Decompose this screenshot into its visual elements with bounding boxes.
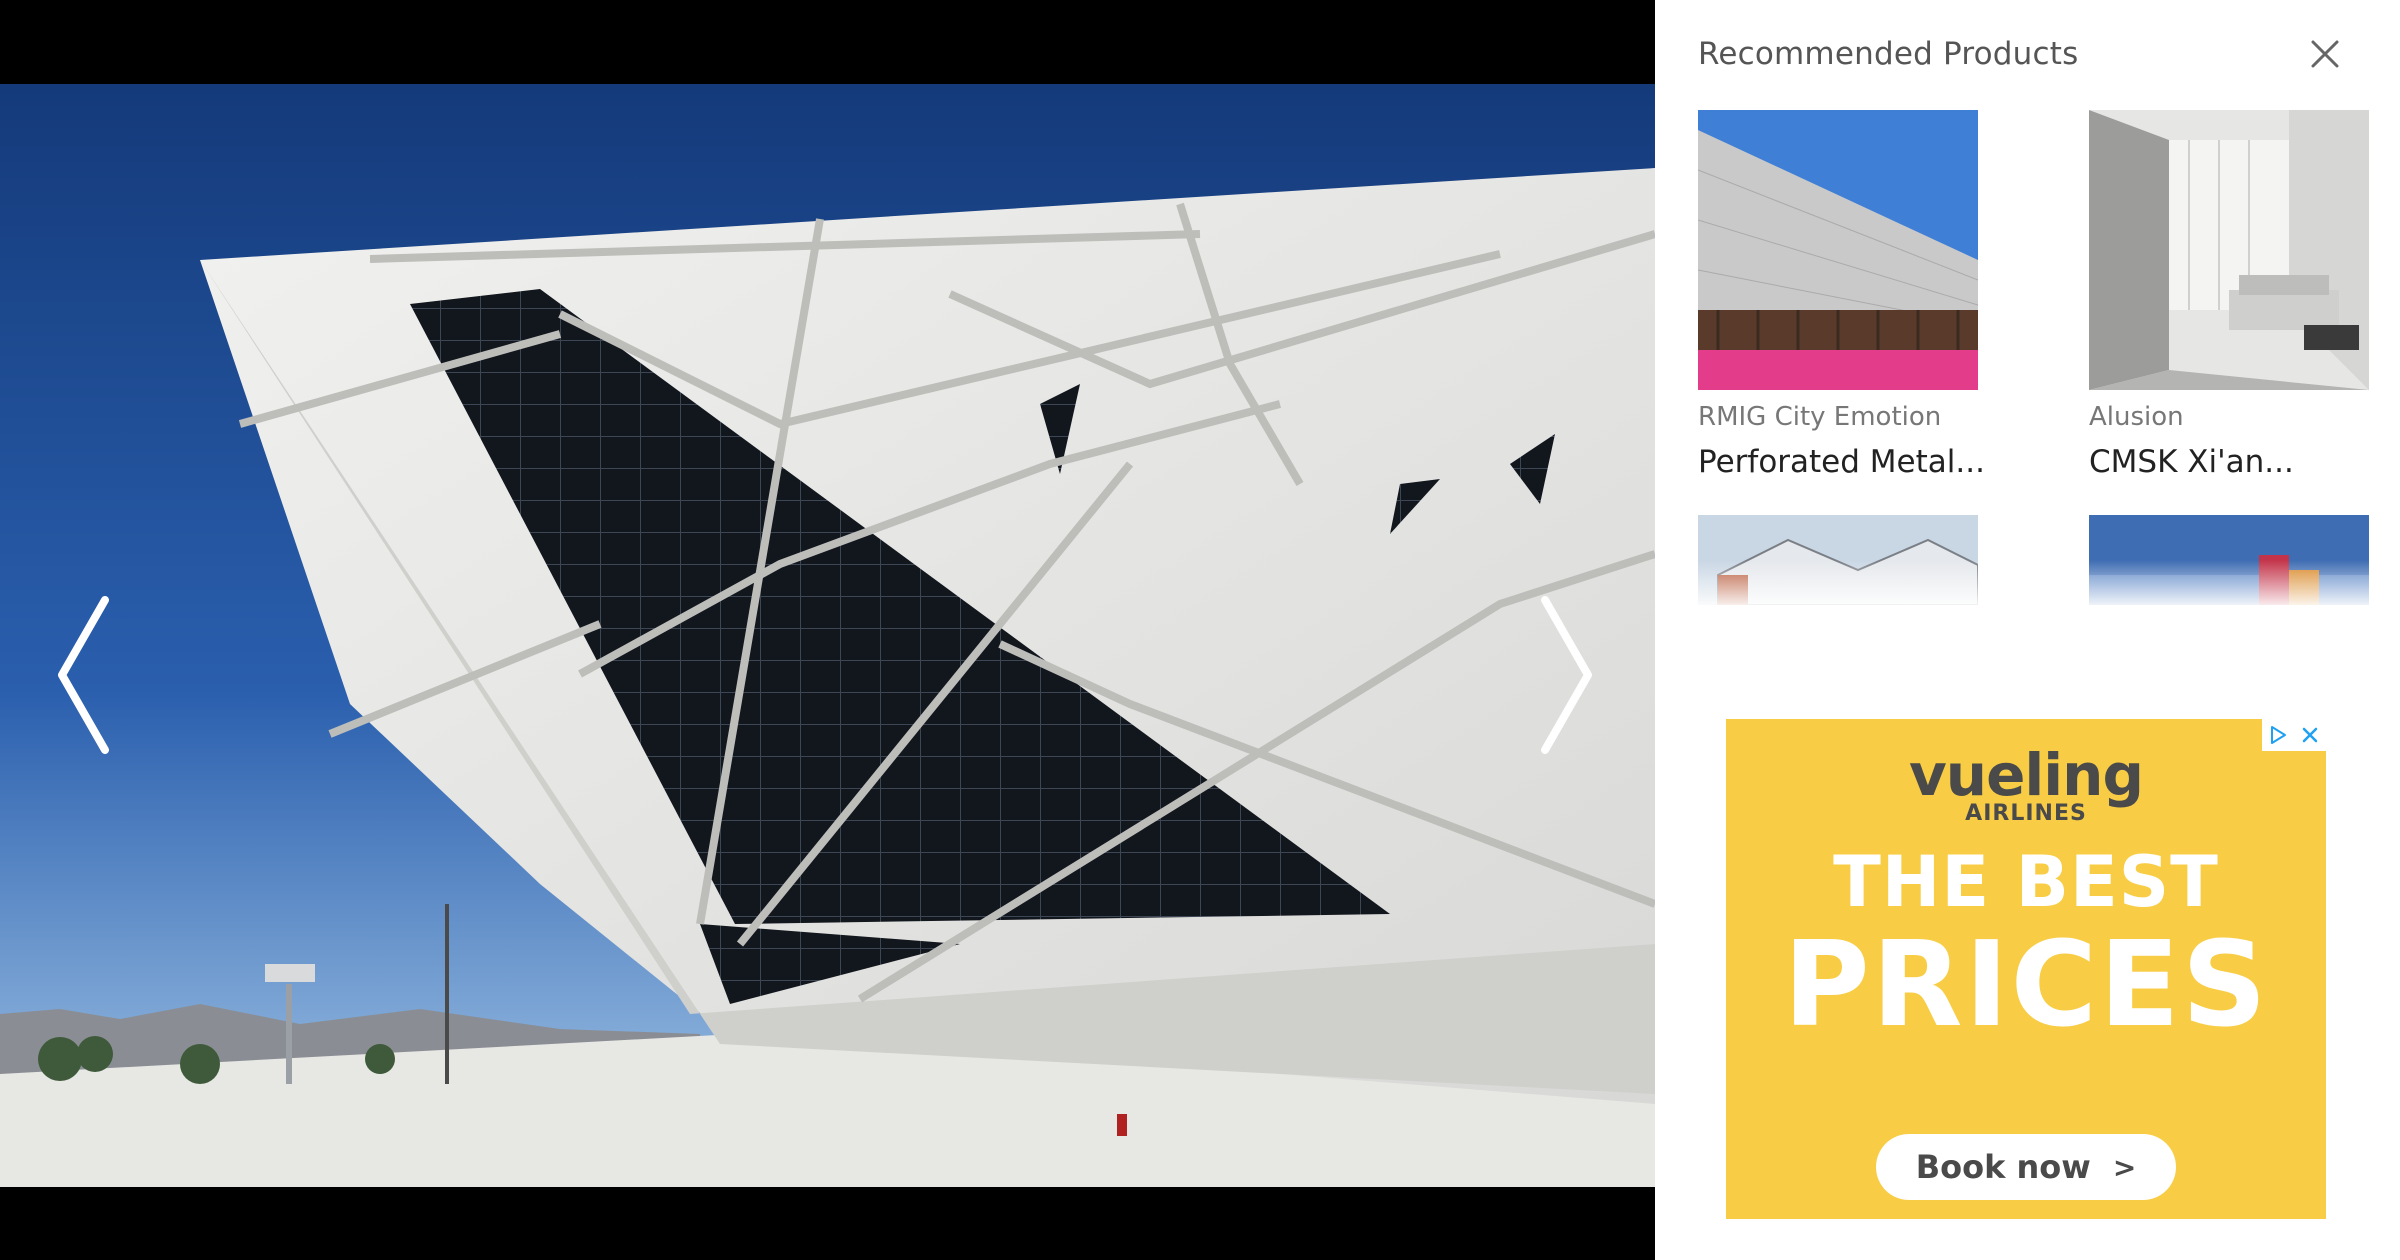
ad-headline-line1: THE BEST xyxy=(1833,841,2219,923)
chevron-right-icon: > xyxy=(2112,1150,2137,1184)
image-viewer xyxy=(0,0,1655,1260)
product-name[interactable]: CMSK Xi'an... xyxy=(2089,444,2369,480)
ad-book-now-button[interactable]: Book now > xyxy=(1876,1134,2176,1200)
ad-brand-logo: vueling xyxy=(1908,741,2144,809)
chevron-right-icon xyxy=(1541,596,1592,754)
close-button[interactable] xyxy=(2305,34,2345,74)
advertisement[interactable]: vueling AIRLINES THE BEST PRICES Book no… xyxy=(1726,719,2326,1219)
scroll-fade xyxy=(1655,560,2400,610)
product-brand: Alusion xyxy=(2089,402,2184,432)
ad-brand-subtitle: AIRLINES xyxy=(1965,801,2087,826)
ad-headline-line2: PRICES xyxy=(1783,915,2269,1053)
gallery-photo xyxy=(0,84,1655,1187)
close-icon xyxy=(2311,40,2339,68)
next-arrow-button[interactable] xyxy=(1520,590,1610,760)
chevron-left-icon xyxy=(58,596,109,754)
previous-arrow-button[interactable] xyxy=(40,590,130,760)
product-thumbnail[interactable] xyxy=(2089,110,2369,390)
product-card[interactable]: Alusion CMSK Xi'an... xyxy=(2089,110,2369,480)
product-thumbnail[interactable] xyxy=(1698,110,1978,390)
product-name[interactable]: Perforated Metal... xyxy=(1698,444,1985,480)
product-brand: RMIG City Emotion xyxy=(1698,402,1942,432)
product-card[interactable]: RMIG City Emotion Perforated Metal... xyxy=(1698,110,1985,480)
panel-title: Recommended Products xyxy=(1698,36,2079,72)
product-grid: RMIG City Emotion Perforated Metal... Al… xyxy=(1698,110,2378,605)
ad-cta-label: Book now xyxy=(1915,1148,2091,1186)
